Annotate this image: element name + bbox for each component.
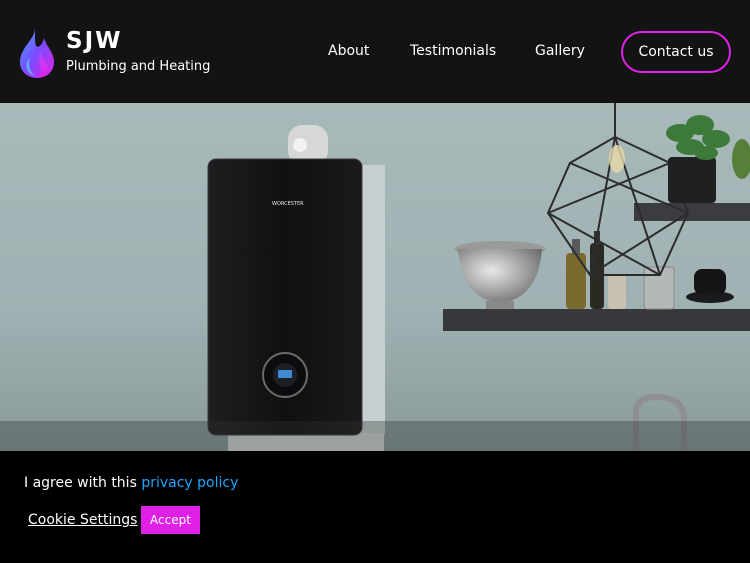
nav-testimonials-link[interactable]: Testimonials xyxy=(410,43,496,59)
privacy-policy-link[interactable]: privacy policy xyxy=(141,475,238,491)
cookie-settings-link[interactable]: Cookie Settings xyxy=(28,512,137,528)
site-header: SJW Plumbing and Heating About Testimoni… xyxy=(0,0,750,103)
main-nav: About Testimonials Gallery Contact us xyxy=(0,31,750,73)
boiler-brand-label: WORCESTER xyxy=(272,201,304,207)
cookie-consent-text: I agree with this privacy policy xyxy=(24,475,238,491)
cookie-message: I agree with this xyxy=(24,475,142,491)
accept-cookies-button[interactable]: Accept xyxy=(141,506,200,534)
contact-us-button[interactable]: Contact us xyxy=(621,31,731,73)
hero-image: WORCESTER xyxy=(0,103,750,451)
nav-about-link[interactable]: About xyxy=(328,43,369,59)
boiler-kitchen-photo: WORCESTER xyxy=(0,103,750,451)
cookie-banner: I agree with this privacy policy Cookie … xyxy=(0,451,750,563)
nav-gallery-link[interactable]: Gallery xyxy=(535,43,585,59)
